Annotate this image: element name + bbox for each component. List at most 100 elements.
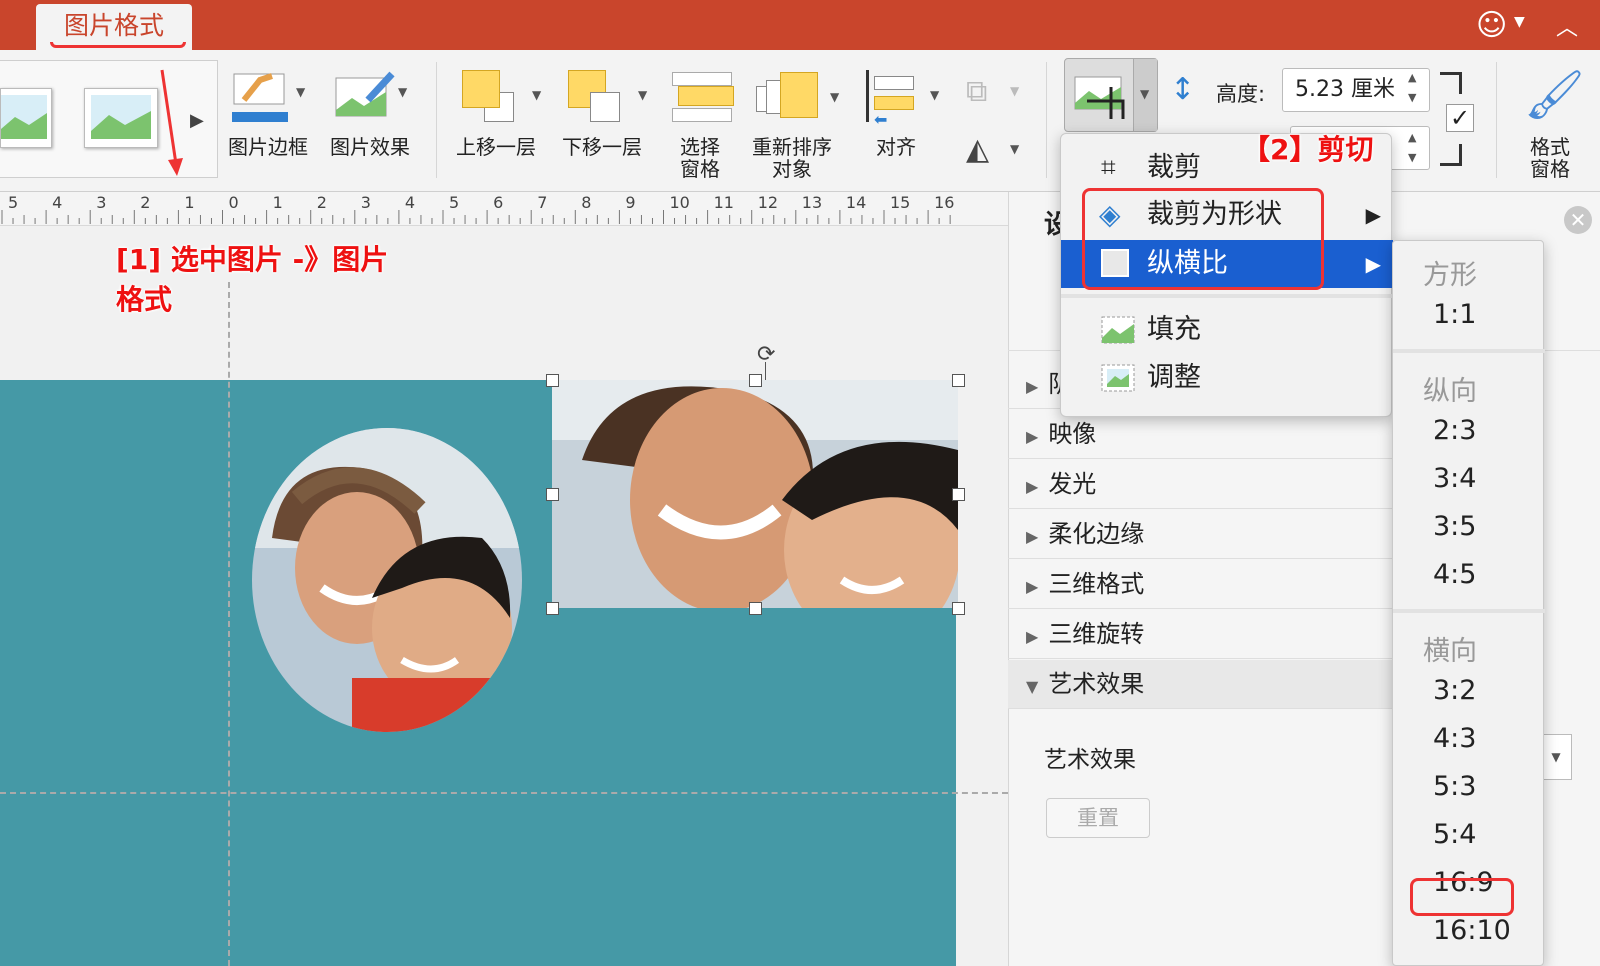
- reorder-objects-button[interactable]: ▼: [756, 72, 846, 122]
- menu-separator: [1061, 294, 1393, 298]
- submenu-item-3-2[interactable]: 3:2: [1393, 675, 1545, 706]
- pane-section-3d-format[interactable]: ▶ 三维格式: [1008, 560, 1408, 609]
- picture-style-thumbnail[interactable]: [84, 88, 158, 148]
- smiley-icon[interactable]: ☺: [1476, 8, 1507, 43]
- annotation-arrow: [160, 69, 183, 176]
- svg-text:▼: ▼: [296, 85, 306, 99]
- vertical-guide[interactable]: [228, 282, 230, 966]
- crop-dropdown-arrow[interactable]: ▼: [1133, 59, 1157, 131]
- paintbrush-icon[interactable]: 🖌: [1524, 66, 1585, 123]
- menu-item-fill[interactable]: 填充: [1061, 306, 1393, 354]
- ruler-label: 15: [890, 193, 910, 212]
- format-pane-label[interactable]: 格式 窗格: [1530, 136, 1570, 180]
- horizontal-guide[interactable]: [0, 792, 1008, 794]
- ruler-label: 5: [449, 193, 459, 212]
- selected-photo[interactable]: [552, 380, 958, 608]
- align-edge: [866, 70, 869, 122]
- section-label: 三维格式: [1048, 570, 1145, 598]
- mother-child-photo: [552, 380, 958, 608]
- submenu-item-4-5[interactable]: 4:5: [1393, 559, 1545, 590]
- ruler-label: 13: [802, 193, 822, 212]
- highlight-annotation-box: [1082, 188, 1324, 290]
- ruler-label: 2: [140, 193, 150, 212]
- close-icon[interactable]: ✕: [1564, 206, 1592, 234]
- submenu-separator: [1393, 609, 1545, 613]
- bring-forward-label: 上移一层: [456, 135, 536, 159]
- step2-annotation: 【2】剪切: [1242, 133, 1374, 166]
- resize-handle[interactable]: [749, 602, 762, 615]
- layer-front-shape: [462, 70, 500, 108]
- reorder-objects-label: 重新排序 对象: [752, 135, 832, 181]
- ruler-label: 14: [846, 193, 866, 212]
- lock-bracket-bottom: [1440, 144, 1462, 166]
- pencil-frame-icon: ▼: [232, 73, 306, 122]
- resize-handle[interactable]: [546, 374, 559, 387]
- crop-button[interactable]: ▼: [1064, 58, 1158, 132]
- picture-effects-label: 图片效果: [330, 135, 410, 159]
- submenu-separator: [1393, 349, 1545, 353]
- resize-handle[interactable]: [952, 374, 965, 387]
- resize-handle[interactable]: [952, 602, 965, 615]
- oval-cropped-photo[interactable]: [252, 428, 522, 732]
- landscape-icon: [91, 95, 151, 139]
- picture-border-label: 图片边框: [228, 135, 308, 159]
- reset-button[interactable]: 重置: [1046, 798, 1150, 838]
- chevron-down-icon[interactable]: ▼: [1514, 14, 1525, 30]
- chevron-down-icon: ▼: [532, 88, 542, 102]
- height-stepper[interactable]: ▲ ▼: [1408, 68, 1416, 108]
- height-icon: ↕: [1170, 72, 1196, 107]
- picture-style-thumbnail[interactable]: [0, 88, 52, 148]
- pane-bar-shape: [672, 108, 732, 122]
- rotate-icon[interactable]: ◭: [966, 132, 989, 167]
- ruler-label: 11: [714, 193, 734, 212]
- submenu-item-5-3[interactable]: 5:3: [1393, 771, 1545, 802]
- group-icon[interactable]: ⧉: [966, 74, 987, 109]
- submenu-header-square: 方形: [1423, 260, 1477, 291]
- resize-handle[interactable]: [546, 488, 559, 501]
- triangle-right-icon: ▶: [1026, 527, 1039, 546]
- ruler-label: 16: [934, 193, 954, 212]
- ruler-label: 7: [537, 193, 547, 212]
- picture-effects-button[interactable]: ▼: [334, 70, 414, 130]
- align-bar: [874, 76, 914, 90]
- rotate-handle-icon[interactable]: ⟳: [757, 342, 775, 367]
- pane-section-glow[interactable]: ▶ 发光: [1008, 460, 1408, 509]
- pane-section-3d-rotation[interactable]: ▶ 三维旋转: [1008, 610, 1408, 659]
- horizontal-ruler: 5 4 3 2 1 0 1 2 3 4 5 6 7 8 9 10 11 12 13 14 15 16: [0, 192, 1008, 226]
- chevron-down-icon: ▼: [930, 88, 940, 102]
- submenu-item-16-10[interactable]: 16:10: [1393, 915, 1545, 946]
- artistic-effects-label: 艺术效果: [1044, 747, 1136, 773]
- resize-handle[interactable]: [952, 488, 965, 501]
- pane-section-artistic-effects[interactable]: ▼ 艺术效果: [1008, 660, 1408, 709]
- selection-pane-label: 选择 窗格: [680, 135, 720, 181]
- pane-section-soft-edges[interactable]: ▶ 柔化边缘: [1008, 510, 1408, 559]
- chevron-down-icon: ▼: [1140, 87, 1150, 101]
- layer-shape: [780, 72, 818, 118]
- lock-aspect-checkbox[interactable]: ✓: [1446, 104, 1474, 132]
- submenu-item-2-3[interactable]: 2:3: [1393, 415, 1545, 446]
- submenu-item-5-4[interactable]: 5:4: [1393, 819, 1545, 850]
- submenu-item-3-4[interactable]: 3:4: [1393, 463, 1545, 494]
- triangle-right-icon: ▶: [1026, 377, 1039, 396]
- ruler-label: 5: [8, 193, 18, 212]
- resize-handle[interactable]: [546, 602, 559, 615]
- title-bar: [0, 0, 1600, 50]
- section-label: 发光: [1048, 470, 1097, 498]
- pane-section-reflection[interactable]: ▶ 映像: [1008, 410, 1408, 459]
- selection-pane-button[interactable]: [672, 72, 734, 124]
- width-stepper[interactable]: ▲ ▼: [1408, 128, 1416, 168]
- menu-item-fit[interactable]: 调整: [1061, 354, 1393, 402]
- submenu-item-1-1[interactable]: 1:1: [1393, 299, 1545, 330]
- pane-bar-shape: [672, 72, 732, 86]
- gallery-more-arrow-icon[interactable]: ▶: [190, 110, 204, 131]
- resize-handle[interactable]: [749, 374, 762, 387]
- submenu-item-4-3[interactable]: 4:3: [1393, 723, 1545, 754]
- submenu-item-3-5[interactable]: 3:5: [1393, 511, 1545, 542]
- collapse-ribbon-icon[interactable]: ︿: [1556, 10, 1578, 42]
- align-button[interactable]: ⬅ ▼: [866, 70, 946, 129]
- align-bar: [874, 96, 914, 110]
- fill-icon: [1101, 316, 1135, 344]
- picture-border-button[interactable]: ▼: [232, 70, 312, 130]
- ruler-label: 12: [758, 193, 778, 212]
- ruler-label: 3: [361, 193, 371, 212]
